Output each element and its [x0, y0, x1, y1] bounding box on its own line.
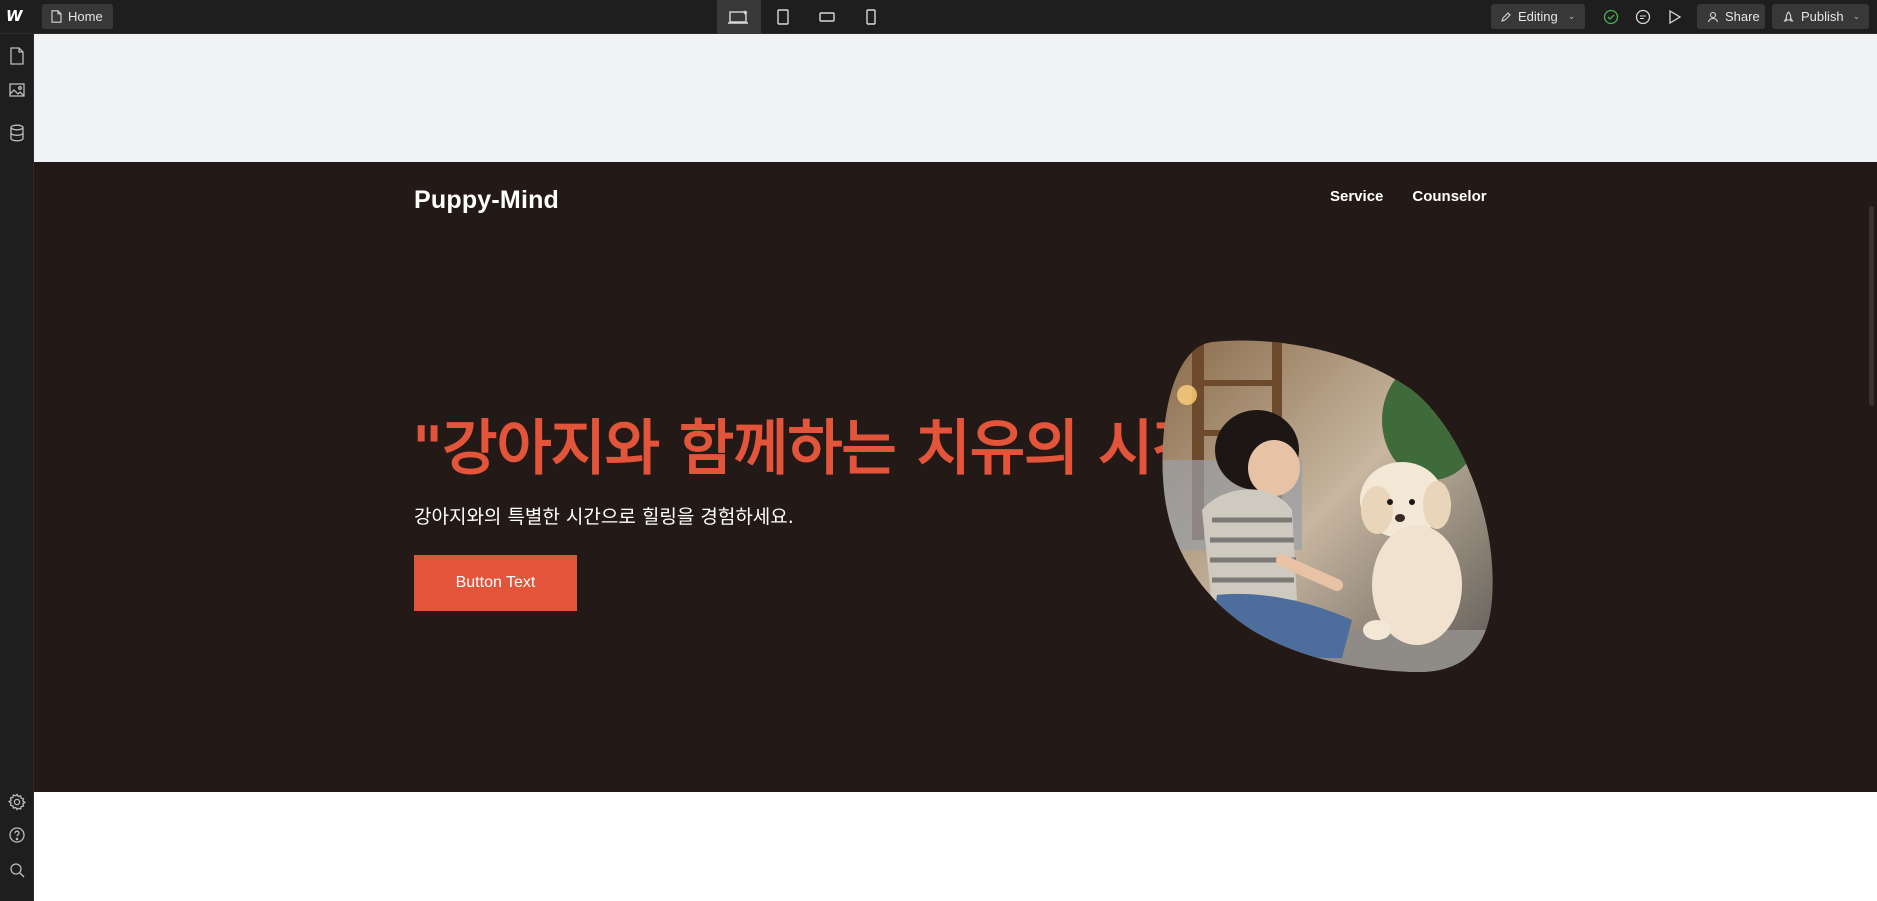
page-selector[interactable]: Home	[42, 4, 113, 29]
hero-image-child-with-puppy[interactable]	[1162, 340, 1494, 672]
chevron-down-icon: ⌄	[1567, 11, 1576, 21]
designer-top-bar: W Home Editing ⌄ Share Publish ⌄	[0, 0, 1877, 34]
publish-label: Publish	[1801, 9, 1844, 24]
publish-button[interactable]: Publish ⌄	[1772, 4, 1869, 29]
pages-icon[interactable]	[7, 46, 27, 66]
settings-icon[interactable]	[7, 792, 27, 812]
search-icon[interactable]	[7, 860, 27, 880]
canvas-scrollbar[interactable]	[1869, 206, 1874, 406]
cms-icon[interactable]	[7, 123, 27, 143]
page-name: Home	[68, 9, 103, 24]
user-icon	[1707, 11, 1719, 22]
nav-link-counselor[interactable]: Counselor	[1412, 188, 1486, 205]
mode-dropdown[interactable]: Editing ⌄	[1491, 4, 1585, 29]
check-circle-icon[interactable]	[1602, 8, 1620, 26]
site-brand[interactable]: Puppy-Mind	[414, 186, 559, 215]
page-icon	[51, 10, 62, 23]
mode-label: Editing	[1518, 9, 1558, 24]
help-icon[interactable]	[7, 825, 27, 845]
comment-icon[interactable]	[1634, 8, 1652, 26]
mobile-landscape-icon[interactable]	[805, 0, 849, 34]
design-canvas[interactable]: Puppy-Mind Service Counselor "강아지와 함께하는 …	[34, 34, 1877, 901]
preview-play-icon[interactable]	[1666, 8, 1684, 26]
hero-headline[interactable]: "강아지와 함께하는 치유의 시간"	[412, 400, 1238, 487]
next-section[interactable]	[34, 792, 1877, 901]
webflow-logo[interactable]: W	[6, 7, 28, 25]
nav-link-service[interactable]: Service	[1330, 188, 1383, 205]
hero-cta-button[interactable]: Button Text	[414, 555, 577, 611]
hero-section[interactable]: Puppy-Mind Service Counselor "강아지와 함께하는 …	[34, 162, 1877, 792]
rocket-icon	[1783, 10, 1794, 22]
share-button[interactable]: Share	[1697, 4, 1765, 29]
breakpoint-switcher	[717, 0, 893, 34]
hero-subheading[interactable]: 강아지와의 특별한 시간으로 힐링을 경험하세요.	[414, 502, 794, 529]
left-tool-rail	[0, 34, 34, 901]
chevron-down-icon: ⌄	[1852, 11, 1861, 21]
tablet-icon[interactable]	[761, 0, 805, 34]
mobile-portrait-icon[interactable]	[849, 0, 893, 34]
desktop-icon[interactable]	[717, 0, 761, 34]
pencil-icon	[1501, 11, 1511, 22]
site-nav: Service Counselor	[1330, 188, 1487, 205]
assets-icon[interactable]	[7, 80, 27, 100]
share-label: Share	[1725, 9, 1760, 24]
